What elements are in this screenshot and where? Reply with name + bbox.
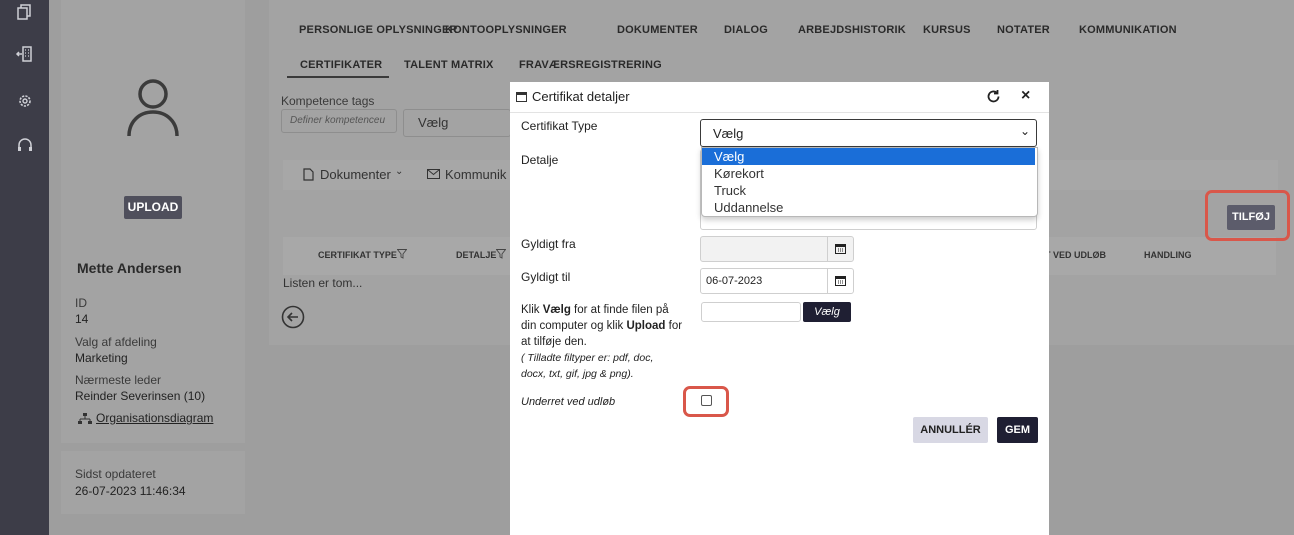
employee-name: Mette Andersen: [77, 260, 182, 276]
competence-tags-label: Kompetence tags: [281, 94, 375, 108]
notify-expiry-label: Underret ved udløb: [521, 396, 616, 408]
calendar-button[interactable]: [827, 237, 853, 261]
active-tab-underline: [287, 76, 389, 78]
calendar-button[interactable]: [827, 269, 853, 293]
cancel-button[interactable]: ANNULLÉR: [913, 417, 988, 443]
valid-to-label: Gyldigt til: [521, 270, 571, 284]
certificate-type-dropdown: Vælg Kørekort Truck Uddannelse: [701, 147, 1038, 217]
close-icon[interactable]: ×: [1021, 87, 1030, 105]
certificate-type-select[interactable]: Vælg ⌄: [700, 119, 1037, 147]
department-value: Marketing: [75, 351, 128, 365]
org-chart-icon: [78, 413, 92, 424]
tab-account-info[interactable]: KONTOOPLYSNINGER: [445, 24, 567, 36]
modal-header: Certifikat detaljer ×: [510, 82, 1049, 113]
tab-notes[interactable]: NOTATER: [997, 24, 1050, 36]
tab-course[interactable]: KURSUS: [923, 24, 971, 36]
document-icon: [303, 168, 314, 181]
org-chart-link[interactable]: Organisationsdiagram: [96, 411, 213, 425]
tab-work-history[interactable]: ARBEJDSHISTORIK: [798, 24, 906, 36]
copy-icon[interactable]: [15, 2, 35, 22]
column-certificate-type[interactable]: CERTIFIKAT TYPE: [318, 250, 397, 260]
upload-help-text: Klik Vælg for at finde filen på din comp…: [521, 304, 683, 348]
manager-value: Reinder Severinsen (10): [75, 389, 206, 403]
column-detail[interactable]: DETALJE: [456, 250, 496, 260]
last-updated-label: Sidst opdateret: [75, 467, 156, 481]
allowed-filetypes: ( Tilladte filtyper er: pdf, doc, docx, …: [521, 352, 654, 380]
left-rail: [0, 0, 49, 535]
competence-tags-input[interactable]: Definer kompetenceu: [281, 109, 397, 133]
tab-talent-matrix[interactable]: TALENT MATRIX: [404, 59, 494, 71]
column-action: HANDLING: [1144, 250, 1192, 260]
filter-icon[interactable]: [397, 249, 407, 259]
manager-label: Nærmeste leder: [75, 373, 162, 387]
gear-icon[interactable]: [15, 91, 35, 111]
highlight-notify-checkbox: [683, 386, 729, 417]
documents-menu[interactable]: Dokumenter: [320, 167, 391, 182]
option-select[interactable]: Vælg: [702, 148, 1035, 165]
communication-menu[interactable]: Kommunik: [445, 167, 506, 182]
chevron-down-icon: ⌄: [1020, 124, 1031, 138]
modal-title: Certifikat detaljer: [532, 89, 630, 104]
back-arrow-icon[interactable]: [281, 305, 305, 329]
last-updated-panel: Sidst opdateret 26-07-2023 11:46:34: [61, 451, 245, 514]
id-value: 14: [75, 312, 89, 326]
calendar-icon: [835, 276, 846, 286]
headset-icon[interactable]: [15, 136, 35, 156]
last-updated-value: 26-07-2023 11:46:34: [75, 484, 186, 498]
filter-icon[interactable]: [496, 249, 506, 259]
option-education[interactable]: Uddannelse: [702, 199, 1035, 216]
valid-from-input[interactable]: [700, 236, 854, 262]
column-notify-expiry[interactable]: T VED UDLØB: [1045, 250, 1106, 260]
profile-panel: UPLOAD Mette Andersen ID 14 Valg af afde…: [61, 0, 245, 443]
empty-list-text: Listen er tom...: [283, 276, 363, 290]
chevron-down-icon: ⌄: [395, 166, 404, 177]
calendar-icon: [835, 244, 846, 254]
certificate-type-label: Certifikat Type: [521, 119, 598, 133]
certificate-modal: Certifikat detaljer × Certifikat Type Væ…: [510, 82, 1049, 535]
tab-documents[interactable]: DOKUMENTER: [617, 24, 698, 36]
refresh-icon[interactable]: [986, 89, 1001, 104]
valid-to-value: 06-07-2023: [706, 275, 763, 287]
avatar-icon: [127, 79, 179, 137]
option-drivers-license[interactable]: Kørekort: [702, 165, 1035, 182]
highlight-add-button: [1205, 190, 1290, 241]
save-button[interactable]: GEM: [997, 417, 1038, 443]
valid-from-label: Gyldigt fra: [521, 237, 576, 251]
building-exit-icon[interactable]: [15, 44, 35, 64]
mail-icon: [427, 169, 440, 179]
competence-select[interactable]: Vælg: [403, 109, 511, 137]
tab-personal-info[interactable]: PERSONLIGE OPLYSNINGER: [299, 24, 458, 36]
tab-communication[interactable]: KOMMUNIKATION: [1079, 24, 1177, 36]
valid-to-input[interactable]: 06-07-2023: [700, 268, 854, 294]
tab-absence[interactable]: FRAVÆRSREGISTRERING: [519, 59, 662, 71]
upload-button[interactable]: UPLOAD: [124, 196, 182, 219]
certificate-type-value: Vælg: [713, 126, 744, 141]
choose-file-button[interactable]: Vælg: [803, 302, 851, 322]
file-name-input[interactable]: [701, 302, 801, 322]
id-label: ID: [75, 296, 87, 310]
tab-certificates[interactable]: CERTIFIKATER: [300, 59, 382, 71]
department-label: Valg af afdeling: [75, 335, 157, 349]
tab-dialog[interactable]: DIALOG: [724, 24, 768, 36]
detail-label: Detalje: [521, 153, 559, 167]
option-truck[interactable]: Truck: [702, 182, 1035, 199]
window-icon: [516, 92, 527, 102]
